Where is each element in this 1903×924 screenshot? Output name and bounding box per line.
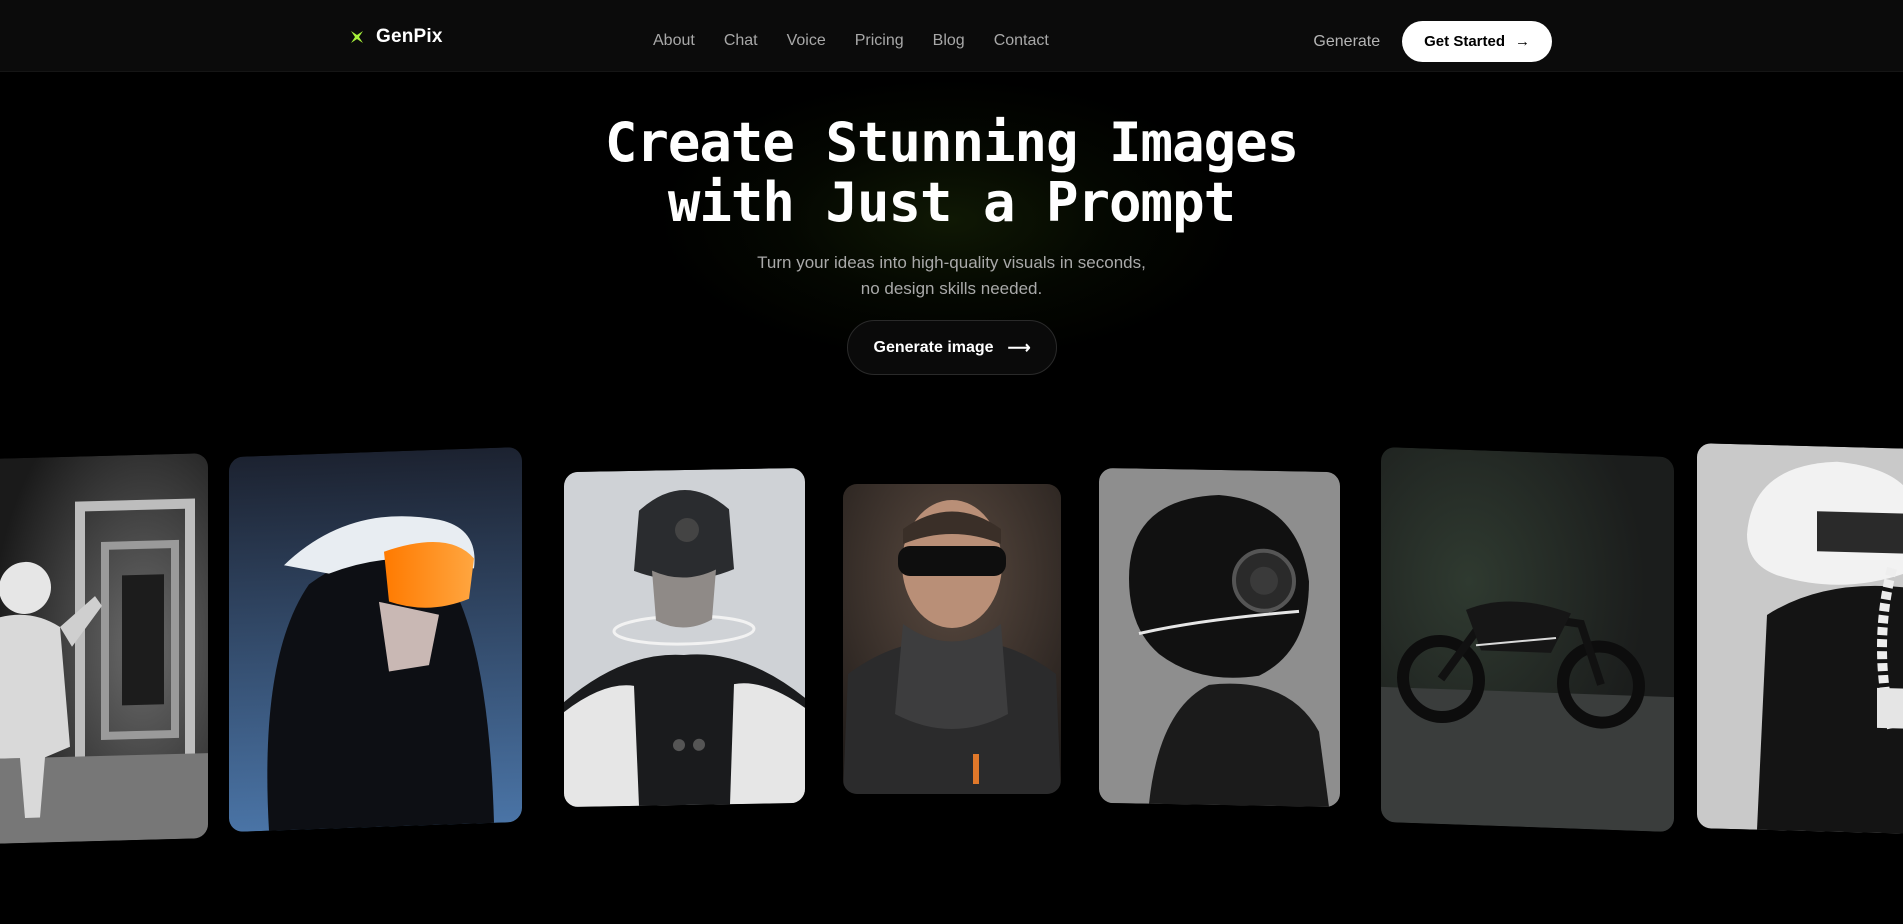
- sparkle-logo-icon: [350, 30, 364, 44]
- hero-title-line-1: Create Stunning Images: [604, 111, 1299, 174]
- top-navbar: GenPix About Chat Voice Pricing Blog Con…: [0, 0, 1903, 72]
- main-nav: About Chat Voice Pricing Blog Contact: [653, 32, 1078, 50]
- hero-title-line-2: with Just a Prompt: [667, 171, 1236, 234]
- black-helmet-profile-image[interactable]: [1099, 467, 1340, 808]
- nav-link-about[interactable]: About: [653, 32, 695, 50]
- get-started-label: Get Started: [1424, 33, 1505, 50]
- image-gallery: [0, 440, 1903, 844]
- nav-link-chat[interactable]: Chat: [724, 32, 758, 50]
- white-helmet-tech-jacket-image[interactable]: [1697, 443, 1903, 834]
- get-started-button[interactable]: Get Started →: [1402, 21, 1552, 62]
- hero-subtitle-line-1: Turn your ideas into high-quality visual…: [757, 253, 1146, 272]
- hero-subtitle: Turn your ideas into high-quality visual…: [0, 250, 1903, 302]
- generate-image-label: Generate image: [873, 338, 994, 356]
- nav-generate-link[interactable]: Generate: [1313, 33, 1380, 51]
- goggles-hoodie-portrait-image[interactable]: [843, 484, 1061, 794]
- concept-motorcycle-image[interactable]: [1381, 446, 1674, 833]
- hero-subtitle-line-2: no design skills needed.: [860, 279, 1043, 298]
- nav-link-voice[interactable]: Voice: [787, 32, 826, 50]
- nav-link-pricing[interactable]: Pricing: [855, 32, 904, 50]
- nav-actions: Generate Get Started →: [1313, 21, 1552, 62]
- brand-name: GenPix: [376, 26, 443, 47]
- hero-title: Create Stunning Images with Just a Promp…: [0, 113, 1903, 233]
- generate-image-button[interactable]: Generate image ⟶: [847, 320, 1057, 375]
- long-arrow-right-icon: ⟶: [1007, 339, 1031, 357]
- nav-link-contact[interactable]: Contact: [994, 32, 1049, 50]
- astronaut-in-tunnel-image[interactable]: [0, 453, 208, 844]
- cyber-helmet-halo-image[interactable]: [564, 467, 805, 808]
- arrow-right-icon: →: [1515, 33, 1530, 50]
- nav-link-blog[interactable]: Blog: [933, 32, 965, 50]
- brand-logo[interactable]: GenPix: [350, 26, 443, 48]
- orange-visor-hood-image[interactable]: [229, 446, 522, 833]
